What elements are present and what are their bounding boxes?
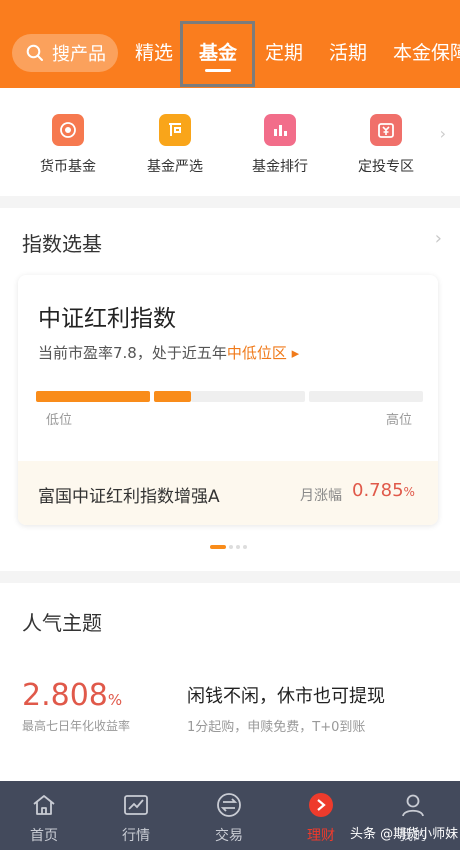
- valuation-bar-segment: [309, 391, 423, 402]
- search-label: 搜产品: [52, 44, 106, 65]
- target-icon: [52, 114, 84, 146]
- user-icon: [378, 791, 448, 819]
- valuation-description: 当前市盈率7.8，处于近五年中低位区 ▸: [38, 342, 299, 363]
- tab-principal-guaranteed[interactable]: 本金保障: [393, 36, 460, 70]
- bottom-nav-wealth[interactable]: 理财: [286, 791, 356, 845]
- valuation-bar-segment: [36, 391, 150, 402]
- tab-highlight-box: [180, 21, 255, 87]
- quick-nav-label: 定投专区: [358, 159, 414, 175]
- top-header: 搜产品 精选 基金 定期 活期 本金保障: [0, 0, 460, 88]
- quick-nav-label: 货币基金: [40, 159, 96, 175]
- chevron-right-icon: ▸: [286, 344, 300, 362]
- carousel-pager: [210, 545, 247, 549]
- bar-chart-icon: [264, 114, 296, 146]
- metric-label: 月涨幅: [300, 488, 342, 504]
- yield-value: 2.808%: [22, 678, 123, 713]
- search-icon: [26, 44, 43, 61]
- pager-dot[interactable]: [236, 545, 240, 549]
- tab-demand[interactable]: 活期: [329, 36, 367, 70]
- index-card[interactable]: 中证红利指数 当前市盈率7.8，处于近五年中低位区 ▸ 低位 高位 富国中证红利…: [18, 275, 438, 525]
- yield-label: 最高七日年化收益率: [22, 719, 131, 733]
- chart-icon: [101, 791, 171, 819]
- valuation-bar-segment: [154, 391, 191, 402]
- valuation-zone[interactable]: 中低位区: [227, 344, 287, 362]
- valuation-bar-segment: [191, 391, 305, 402]
- wealth-icon: [286, 791, 356, 819]
- index-title: 中证红利指数: [38, 306, 176, 332]
- chevron-right-icon[interactable]: ›: [435, 228, 442, 249]
- quick-nav-auto-invest[interactable]: 定投专区: [336, 114, 436, 176]
- pager-dot[interactable]: [229, 545, 233, 549]
- quick-nav-fund-select[interactable]: 基金严选: [125, 114, 225, 176]
- quick-nav-label: 基金严选: [147, 159, 203, 175]
- pager-dot[interactable]: [210, 545, 226, 549]
- flag-icon: [159, 114, 191, 146]
- pager-dot[interactable]: [243, 545, 247, 549]
- quick-nav: 货币基金 基金严选 基金排行 定投专区 ›: [0, 88, 460, 196]
- section-title: 人气主题: [22, 611, 102, 635]
- yuan-calendar-icon: [370, 114, 402, 146]
- high-label: 高位: [385, 413, 412, 428]
- product-subline: 1分起购，申赎免费，T+0到账: [187, 720, 366, 735]
- quick-nav-money-fund[interactable]: 货币基金: [18, 114, 118, 176]
- quick-nav-fund-ranking[interactable]: 基金排行: [230, 114, 330, 176]
- quick-nav-label: 基金排行: [252, 159, 308, 175]
- tab-fixed-term[interactable]: 定期: [265, 36, 303, 70]
- section-title: 指数选基: [22, 232, 102, 256]
- low-label: 低位: [46, 413, 73, 428]
- fund-name: 富国中证红利指数增强A: [38, 487, 220, 507]
- product-headline[interactable]: 闲钱不闲，休市也可提现: [187, 682, 385, 708]
- bottom-nav-market[interactable]: 行情: [101, 791, 171, 845]
- fund-row[interactable]: 富国中证红利指数增强A 月涨幅 0.785%: [18, 461, 438, 525]
- metric-value: 0.785%: [352, 480, 415, 501]
- home-icon: [9, 791, 79, 819]
- exchange-icon: [194, 791, 264, 819]
- tab-featured[interactable]: 精选: [135, 36, 173, 70]
- chevron-right-icon[interactable]: ›: [440, 124, 446, 143]
- search-button[interactable]: 搜产品: [12, 34, 118, 72]
- valuation-text: 当前市盈率7.8，处于近五年: [38, 344, 227, 362]
- watermark: 头条 @期货小师妹: [350, 827, 459, 842]
- bottom-nav-home[interactable]: 首页: [9, 791, 79, 845]
- bottom-nav-trade[interactable]: 交易: [194, 791, 264, 845]
